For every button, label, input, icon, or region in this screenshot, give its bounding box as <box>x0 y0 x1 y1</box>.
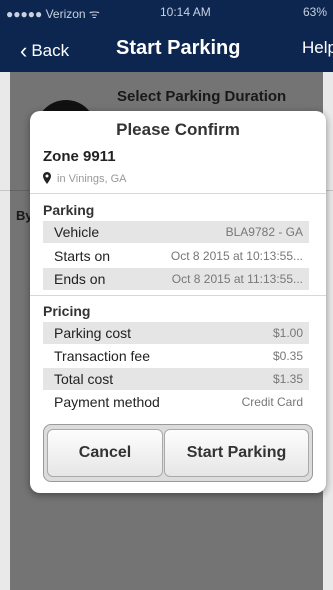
battery-label: 63% <box>302 5 327 19</box>
total-cost-row: Total cost $1.35 <box>43 368 309 390</box>
dialog-button-bar: Cancel Start Parking <box>43 424 313 482</box>
row-label: Starts on <box>54 248 111 264</box>
row-value: BLA9782 - GA <box>225 225 303 239</box>
back-label: Back <box>31 41 70 60</box>
page-title: Start Parking <box>116 37 241 59</box>
dialog-title: Please Confirm <box>116 120 240 139</box>
location-line: in Vinings, GA <box>43 172 127 185</box>
status-bar: ●●●●● Verizon ᯤ 10:14 AM 63% <box>0 0 333 24</box>
row-value: Credit Card <box>241 395 303 409</box>
help-button[interactable]: Help <box>302 38 333 58</box>
row-value: Oct 8 2015 at 10:13:55... <box>170 249 303 263</box>
cancel-button[interactable]: Cancel <box>47 429 163 477</box>
row-label: Vehicle <box>54 224 100 240</box>
navigation-bar: ‹ Back Start Parking Help <box>0 24 333 72</box>
start-parking-button[interactable]: Start Parking <box>164 429 309 477</box>
chevron-left-icon: ‹ <box>20 38 28 63</box>
status-time: 10:14 AM <box>160 5 211 19</box>
location-pin-icon <box>43 172 51 184</box>
starts-row: Starts on Oct 8 2015 at 10:13:55... <box>43 245 309 267</box>
row-value: $1.35 <box>272 372 303 386</box>
parking-cost-row: Parking cost $1.00 <box>43 322 309 344</box>
vehicle-row: Vehicle BLA9782 - GA <box>43 221 309 243</box>
parking-header: Parking <box>43 202 95 218</box>
row-label: Parking cost <box>54 325 132 341</box>
row-label: Ends on <box>54 271 106 287</box>
row-label: Payment method <box>54 394 160 410</box>
confirm-dialog: Please Confirm Zone 9911 in Vinings, GA … <box>30 111 326 493</box>
row-value: $1.00 <box>272 326 303 340</box>
pricing-header: Pricing <box>43 303 91 319</box>
section-divider <box>30 295 326 296</box>
payment-method-row: Payment method Credit Card <box>43 391 309 413</box>
zone-label: Zone 9911 <box>43 148 116 165</box>
ends-row: Ends on Oct 8 2015 at 11:13:55... <box>43 268 309 290</box>
row-label: Total cost <box>54 371 114 387</box>
section-divider <box>30 193 326 194</box>
location-text: in Vinings, GA <box>57 173 127 185</box>
transaction-fee-row: Transaction fee $0.35 <box>43 345 309 367</box>
carrier-label: ●●●●● Verizon ᯤ <box>6 7 100 21</box>
row-value: Oct 8 2015 at 11:13:55... <box>171 272 303 286</box>
row-label: Transaction fee <box>54 348 150 364</box>
row-value: $0.35 <box>272 349 303 363</box>
back-button[interactable]: ‹ Back <box>20 38 69 64</box>
